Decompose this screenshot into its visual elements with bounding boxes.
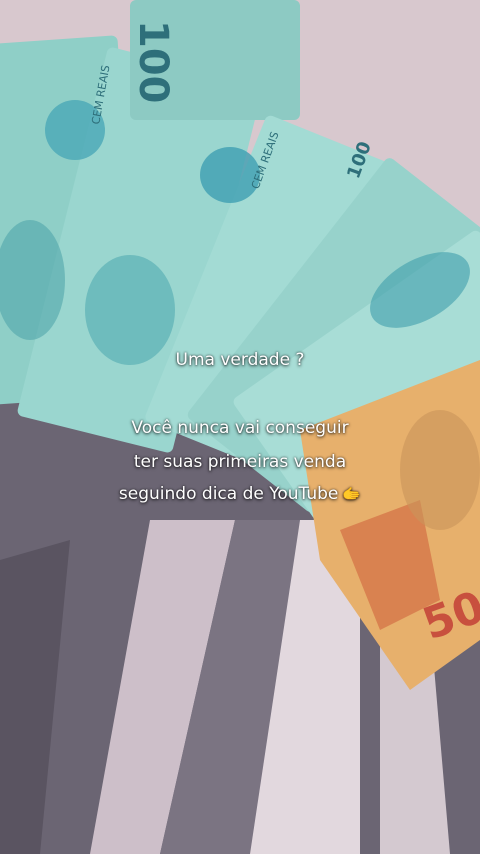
caption-line-2: Você nunca vai conseguir bbox=[131, 418, 349, 438]
caption-line-4: seguindo dica de YouTube 🫱 bbox=[0, 482, 480, 506]
photo-scene: 50 100 100 CEM REAIS CEM REAIS Uma verda… bbox=[0, 0, 480, 854]
caption-line-4-text: seguindo dica de YouTube bbox=[118, 484, 339, 504]
caption-line-1: Uma verdade ? bbox=[175, 350, 305, 370]
caption-line-3: ter suas primeiras venda bbox=[133, 452, 347, 472]
handshake-emoji-icon: 🫱 bbox=[342, 485, 362, 503]
denomination-100-text: 100 bbox=[130, 20, 176, 104]
